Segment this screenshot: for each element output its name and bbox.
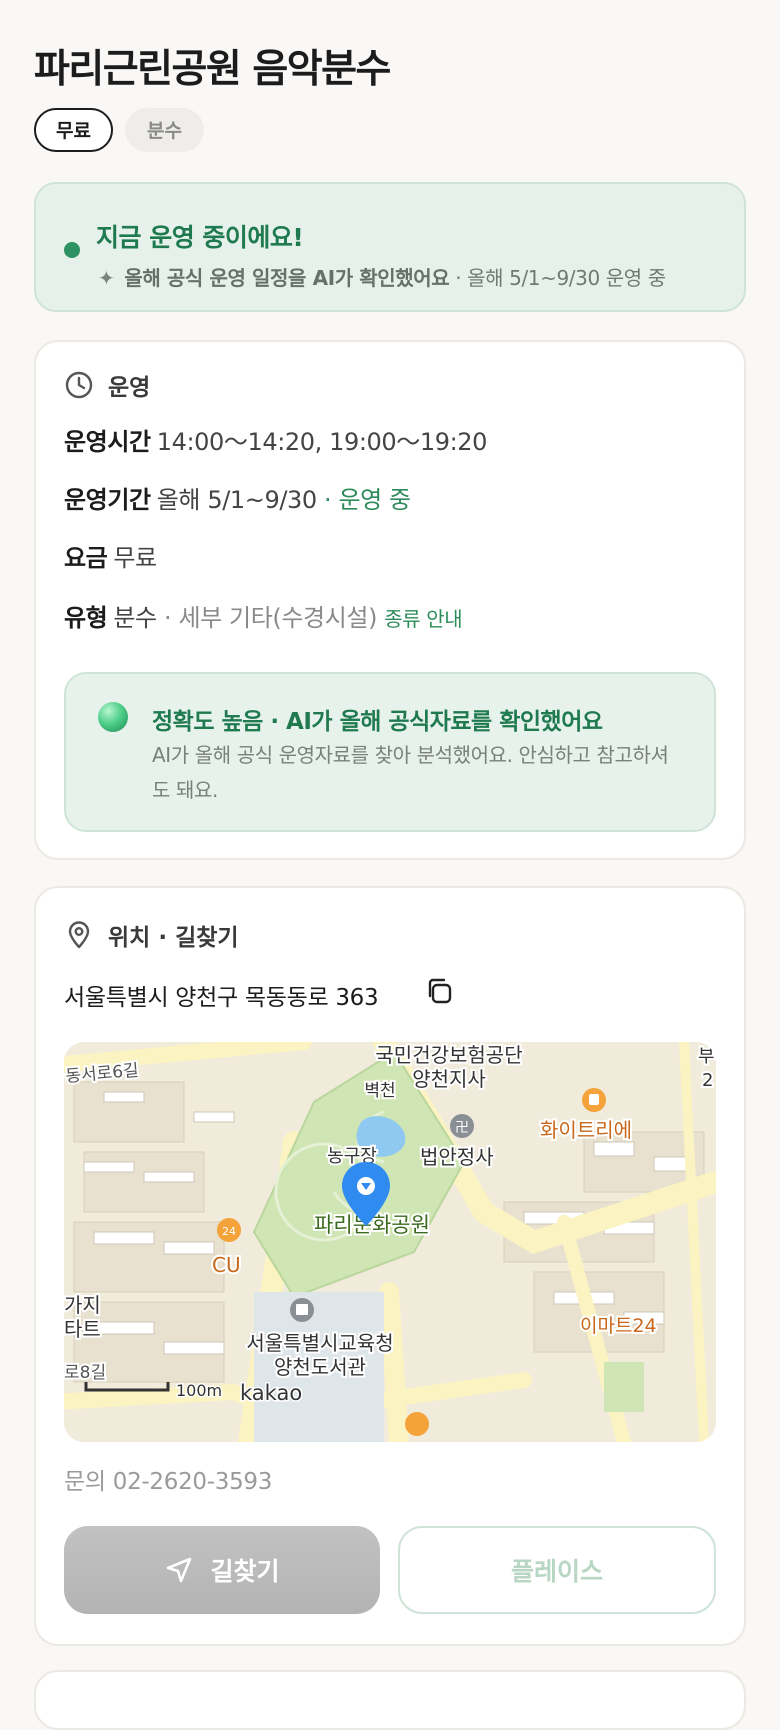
- map-label-byeokcheon: 벽천: [364, 1081, 395, 1101]
- accuracy-description: AI가 올해 공식 운영자료를 찾아 분석했어요. 안심하고 참고하셔도 돼요.: [152, 743, 669, 802]
- type-label: 유형: [64, 604, 108, 632]
- map-label-office1: 서울특별시교육청: [246, 1331, 393, 1355]
- period-value: 올해 5/1~9/30: [156, 486, 317, 514]
- route-button[interactable]: 길찾기: [64, 1526, 380, 1614]
- hours-row: 운영시간 14:00～14:20, 19:00～19:20: [64, 422, 487, 457]
- status-title: 지금 운영 중이에요!: [96, 223, 304, 252]
- accuracy-title: 정확도 높음 · AI가 올해 공식자료를 확인했어요: [152, 709, 603, 735]
- location-section-header: 위치 · 길찾기: [64, 918, 239, 952]
- place-detail-page: 파리근린공원 음악분수 무료 분수 지금 운영 중이에요! ✦ 올해 공식 운영 …: [0, 0, 780, 1730]
- fee-row: 요금 무료: [64, 538, 157, 573]
- navigation-arrow-icon: [167, 1557, 192, 1583]
- type-detail: · 세부 기타(수경시설): [163, 604, 378, 632]
- status-subtitle: ✦ 올해 공식 운영 일정을 AI가 확인했어요 · 올해 5/1~9/30 운영…: [98, 262, 666, 291]
- tag-free-chip[interactable]: 무료: [34, 108, 113, 152]
- next-card: [34, 1670, 746, 1730]
- page-title: 파리근린공원 음악분수: [34, 47, 391, 92]
- hours-value: 14:00～14:20, 19:00～19:20: [156, 428, 488, 456]
- address-text: 서울특별시 양천구 목동동로 363: [64, 985, 379, 1011]
- fee-value: 무료: [113, 544, 157, 572]
- period-row: 운영기간 올해 5/1~9/30 · 운영 중: [64, 480, 411, 515]
- sparkle-icon: ✦: [98, 266, 115, 290]
- phone-inquiry[interactable]: 문의 02-2620-3593: [64, 1462, 272, 1496]
- period-label: 운영기간: [64, 486, 151, 514]
- map-label-left1: 가지: [64, 1293, 101, 1317]
- tag-fountain-chip[interactable]: 분수: [124, 108, 204, 152]
- place-button-label: 플레이스: [510, 1557, 603, 1586]
- map-view[interactable]: 卍 24 국민건강보험공단 양천지사 벽천 농구장 법안정사 파리문화공원 화이…: [64, 1042, 716, 1442]
- operation-section-label: 운영: [108, 375, 151, 401]
- status-banner: 지금 운영 중이에요! ✦ 올해 공식 운영 일정을 AI가 확인했어요 · 올해…: [34, 182, 746, 312]
- accuracy-box: 정확도 높음 · AI가 올해 공식자료를 확인했어요 AI가 올해 공식 운영…: [64, 672, 716, 832]
- map-canvas[interactable]: 卍 24 국민건강보험공단 양천지사 벽천 농구장 법안정사 파리문화공원 화이…: [64, 1042, 716, 1442]
- map-label-emart: 이마트24: [580, 1315, 657, 1337]
- fee-label: 요금: [64, 544, 108, 572]
- operation-section-header: 운영: [64, 368, 150, 402]
- tag-list: 무료 분수: [34, 108, 204, 152]
- hours-label: 운영시간: [64, 428, 151, 456]
- location-card: 위치 · 길찾기 서울특별시 양천구 목동동로 363 卍 24 국민건강보험공…: [34, 886, 746, 1646]
- location-pin-icon: [68, 921, 90, 949]
- type-value: 분수: [113, 604, 157, 632]
- copy-icon[interactable]: [424, 976, 454, 1006]
- map-brand-logo: kakao: [240, 1381, 302, 1405]
- svg-text:卍: 卍: [455, 1120, 469, 1136]
- svg-text:24: 24: [222, 1225, 236, 1238]
- map-label-nhis-branch: 양천지사: [412, 1067, 486, 1091]
- map-label-corner2: 2: [702, 1070, 713, 1091]
- map-label-nhis: 국민건강보험공단: [375, 1043, 522, 1067]
- status-dot-icon: [64, 242, 80, 258]
- map-label-cu: CU: [212, 1253, 241, 1277]
- type-guide-link[interactable]: 종류 안내: [384, 607, 462, 631]
- location-section-label: 위치 · 길찾기: [108, 925, 239, 951]
- clock-icon: [65, 371, 93, 399]
- map-label-office2: 양천도서관: [274, 1355, 366, 1379]
- map-label-road-bottom: 로8길: [64, 1363, 106, 1383]
- status-ai-note: 올해 공식 운영 일정을 AI가 확인했어요: [124, 266, 450, 290]
- route-button-label: 길찾기: [210, 1557, 280, 1586]
- place-button[interactable]: 플레이스: [398, 1526, 716, 1614]
- map-label-left2: 타트: [64, 1317, 101, 1341]
- ai-orb-icon: [98, 702, 128, 732]
- map-label-whitree: 화이트리에: [540, 1118, 632, 1142]
- map-scale-label: 100m: [176, 1381, 222, 1400]
- type-row: 유형 분수 · 세부 기타(수경시설) 종류 안내: [64, 598, 463, 633]
- map-label-corner1: 부: [698, 1046, 715, 1067]
- status-period-note: · 올해 5/1~9/30 운영 중: [455, 266, 666, 290]
- operation-card: 운영 운영시간 14:00～14:20, 19:00～19:20 운영기간 올해 5…: [34, 340, 746, 860]
- period-status: · 운영 중: [324, 486, 411, 514]
- map-label-temple: 법안정사: [420, 1145, 494, 1169]
